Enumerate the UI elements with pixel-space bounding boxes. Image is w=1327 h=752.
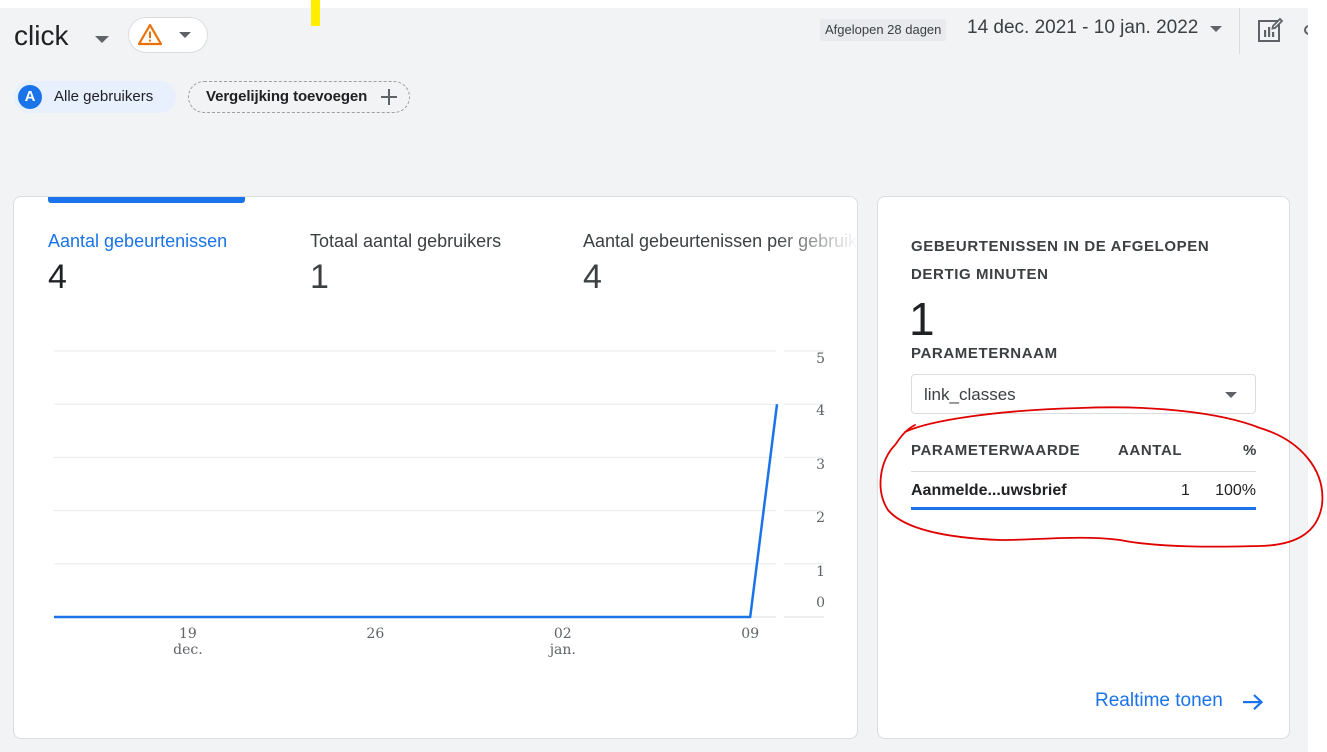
date-range-picker[interactable]: 14 dec. 2021 - 10 jan. 2022 bbox=[967, 17, 1198, 39]
realtime-card: GEBEURTENISSEN IN DE AFGELOPEN DERTIG MI… bbox=[877, 196, 1290, 739]
chevron-down-icon[interactable] bbox=[1210, 26, 1222, 32]
parameter-select[interactable]: link_classes bbox=[911, 374, 1256, 414]
column-header-count: AANTAL bbox=[1118, 442, 1183, 459]
y-tick-label: 2 bbox=[816, 510, 825, 526]
y-tick-label: 3 bbox=[816, 457, 825, 473]
view-realtime-label: Realtime tonen bbox=[1095, 690, 1223, 711]
table-header-divider bbox=[911, 471, 1256, 472]
row-count: 1 bbox=[1181, 482, 1190, 499]
chevron-down-icon bbox=[1225, 392, 1237, 398]
plus-icon bbox=[381, 89, 397, 105]
chevron-down-icon[interactable] bbox=[95, 36, 109, 43]
column-header-value: PARAMETERWAARDE bbox=[911, 442, 1081, 459]
parameter-name-label: PARAMETERNAAM bbox=[911, 345, 1058, 362]
warning-icon bbox=[137, 23, 163, 46]
more-icon[interactable] bbox=[1302, 18, 1308, 42]
metrics-chart-card: Aantal gebeurtenissen 4 Totaal aantal ge… bbox=[13, 196, 858, 739]
header-divider bbox=[1239, 8, 1240, 54]
row-percent: 100% bbox=[1215, 482, 1256, 499]
x-tick-label: 02 bbox=[554, 626, 572, 642]
row-share-bar bbox=[911, 507, 1256, 510]
event-count-line-chart: 5 4 3 2 1 0 19dec. 26 02jan. 09 bbox=[54, 350, 825, 658]
y-tick-label: 4 bbox=[816, 403, 825, 419]
x-tick-label: 26 bbox=[366, 626, 384, 642]
add-comparison-label: Vergelijking toevoegen bbox=[206, 88, 368, 105]
column-header-percent: % bbox=[1243, 442, 1257, 459]
segment-chip-all-users[interactable]: A Alle gebruikers bbox=[14, 81, 176, 113]
right-strip bbox=[1308, 0, 1327, 752]
edit-report-icon[interactable] bbox=[1256, 16, 1284, 44]
y-tick-label: 0 bbox=[816, 595, 825, 611]
x-tick-label: 09 bbox=[741, 626, 759, 642]
arrow-right-icon bbox=[1243, 694, 1264, 710]
parameter-select-value: link_classes bbox=[924, 385, 1016, 404]
chevron-down-icon bbox=[179, 32, 191, 38]
y-tick-label: 5 bbox=[816, 351, 825, 367]
table-row[interactable]: Aanmelde...uwsbrief 1 100% bbox=[911, 480, 1256, 506]
x-tick-label: jan. bbox=[548, 642, 576, 658]
top-strip bbox=[0, 0, 1327, 8]
realtime-value: 1 bbox=[909, 293, 935, 345]
data-quality-chip[interactable] bbox=[128, 17, 208, 53]
segment-label: Alle gebruikers bbox=[54, 88, 154, 105]
avatar: A bbox=[18, 85, 42, 109]
row-value: Aanmelde...uwsbrief bbox=[911, 482, 1067, 499]
x-tick-label: dec. bbox=[173, 642, 203, 658]
add-comparison-button[interactable]: Vergelijking toevoegen bbox=[188, 81, 410, 113]
yellow-highlight-mark bbox=[311, 0, 320, 26]
y-tick-label: 1 bbox=[816, 564, 825, 580]
view-realtime-link[interactable]: Realtime tonen bbox=[1095, 690, 1264, 712]
x-tick-label: 19 bbox=[179, 626, 197, 642]
period-label: Afgelopen 28 dagen bbox=[820, 19, 947, 41]
realtime-title: GEBEURTENISSEN IN DE AFGELOPEN DERTIG MI… bbox=[911, 238, 1210, 283]
event-name-title[interactable]: click bbox=[14, 20, 68, 52]
